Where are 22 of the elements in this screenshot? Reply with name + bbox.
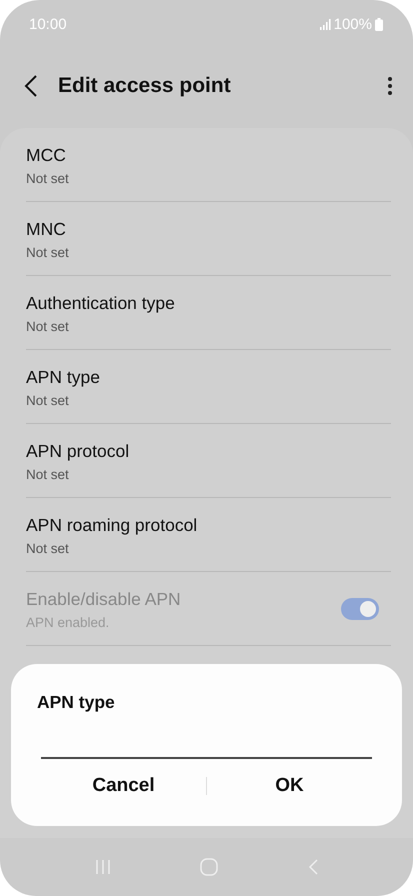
setting-title[interactable]: APN protocol [26, 441, 391, 462]
back-icon[interactable] [24, 75, 38, 97]
setting-title[interactable]: APN type [26, 367, 391, 388]
setting-title[interactable]: MNC [26, 219, 391, 240]
setting-value: Not set [26, 245, 70, 260]
ok-button[interactable]: OK [207, 767, 372, 805]
cancel-button[interactable]: Cancel [41, 767, 206, 805]
setting-value: Not set [26, 171, 70, 186]
setting-title[interactable]: MCC [26, 145, 391, 166]
setting-title[interactable]: Authentication type [26, 293, 391, 314]
battery-icon [375, 18, 383, 30]
setting-value: Not set [26, 467, 70, 482]
home-icon[interactable] [200, 858, 218, 876]
page-title: Edit access point [58, 74, 232, 98]
setting-value: Not set [26, 393, 70, 408]
signal-icon [320, 18, 331, 30]
setting-value: Not set [26, 319, 70, 334]
setting-title[interactable]: APN roaming protocol [26, 515, 391, 536]
more-options-icon[interactable] [387, 76, 393, 96]
dialog-title: APN type [37, 692, 116, 713]
recent-apps-icon[interactable] [94, 859, 110, 875]
setting-value: Not set [26, 541, 70, 556]
